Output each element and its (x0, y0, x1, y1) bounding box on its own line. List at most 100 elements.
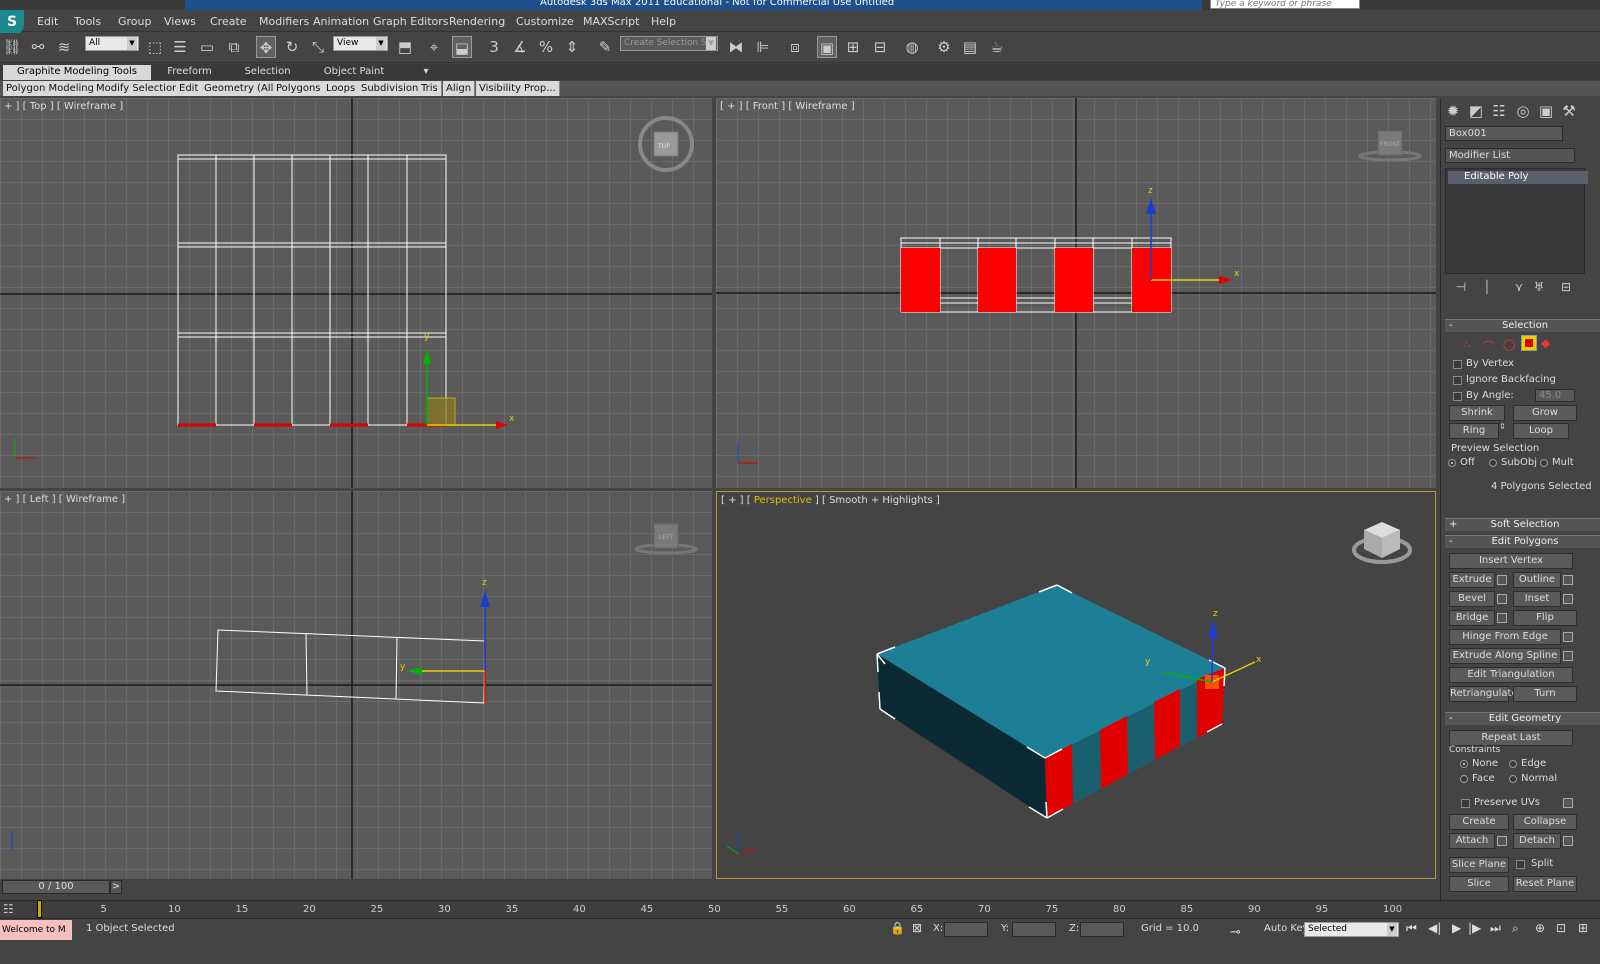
gizmo-y-arrow[interactable] (423, 350, 431, 364)
menu-graph-editors[interactable]: Graph Editors (373, 15, 449, 28)
preview-multi-radio[interactable] (1540, 459, 1548, 467)
panel-polygon-modeling[interactable]: Polygon Modeling (3, 81, 98, 96)
rectangular-selection-icon[interactable]: ▭ (197, 36, 217, 58)
y-coordinate-field[interactable] (1012, 922, 1056, 937)
zoom-all-icon[interactable]: ⊕ (1535, 921, 1545, 935)
selection-filter-dropdown[interactable]: All ▼ (85, 36, 139, 51)
ring-button[interactable]: Ring (1449, 423, 1499, 439)
gizmo-x-arrow[interactable] (496, 421, 508, 429)
preserve-uvs-checkbox[interactable] (1461, 799, 1470, 808)
inset-button[interactable]: Inset (1513, 591, 1561, 607)
menu-rendering[interactable]: Rendering (449, 15, 505, 28)
gizmo-plane-handle[interactable] (426, 397, 456, 426)
unlink-icon[interactable]: ⚯ (28, 36, 48, 58)
remove-modifier-icon[interactable]: ♅ (1529, 276, 1549, 298)
split-checkbox[interactable] (1516, 860, 1525, 869)
bevel-settings-icon[interactable] (1497, 594, 1507, 604)
utilities-tab-icon[interactable]: ⚒ (1559, 100, 1579, 122)
reference-coordinate-dropdown[interactable]: View ▼ (333, 36, 388, 51)
shrink-button[interactable]: Shrink (1449, 405, 1505, 421)
polygon-mode-icon[interactable] (1521, 335, 1537, 351)
bevel-button[interactable]: Bevel (1449, 591, 1495, 607)
tab-graphite-modeling-tools[interactable]: Graphite Modeling Tools (3, 65, 151, 80)
schematic-view-icon[interactable]: ⊟ (870, 36, 890, 58)
window-crossing-icon[interactable]: ⧉ (224, 36, 244, 58)
panel-geometry-all[interactable]: Geometry (All) (201, 81, 282, 96)
extrude-settings-icon[interactable] (1497, 575, 1507, 585)
gizmo-x-arrow[interactable] (1219, 276, 1233, 284)
insert-vertex-button[interactable]: Insert Vertex (1449, 553, 1573, 569)
ribbon-options-icon[interactable]: ▾ (415, 65, 437, 80)
outline-button[interactable]: Outline (1513, 572, 1561, 588)
material-editor-icon[interactable]: ◍ (902, 36, 922, 58)
repeat-last-button[interactable]: Repeat Last (1449, 730, 1573, 746)
mirror-icon[interactable]: ⧓ (726, 36, 746, 58)
set-key-icon[interactable]: ⊸ (1230, 925, 1241, 940)
modifier-stack[interactable]: Editable Poly (1445, 168, 1588, 274)
spinner-snap-icon[interactable]: ⇕ (562, 36, 582, 58)
constraint-normal-radio[interactable] (1509, 775, 1517, 783)
search-input[interactable]: Type a keyword or phrase (1210, 0, 1360, 9)
x-coordinate-field[interactable] (944, 922, 988, 937)
menu-maxscript[interactable]: MAXScript (583, 15, 639, 28)
viewcube-left[interactable]: LEFT (634, 523, 698, 555)
extrude-button[interactable]: Extrude (1449, 572, 1495, 588)
go-to-start-icon[interactable]: ⏮ (1406, 921, 1417, 936)
tab-freeform[interactable]: Freeform (152, 65, 227, 80)
panel-visibility[interactable]: Visibility (476, 81, 525, 96)
extrude-along-spline-button[interactable]: Extrude Along Spline (1449, 648, 1561, 664)
select-by-name-icon[interactable]: ☰ (170, 36, 190, 58)
select-rotate-icon[interactable]: ↻ (282, 36, 302, 58)
selected-polygons[interactable] (901, 248, 1171, 312)
menu-group[interactable]: Group (118, 15, 152, 28)
curve-editor-icon[interactable]: ⊞ (843, 36, 863, 58)
inset-settings-icon[interactable] (1563, 594, 1573, 604)
panel-tris[interactable]: Tris (418, 81, 442, 96)
hinge-from-edge-button[interactable]: Hinge From Edge (1449, 629, 1561, 645)
hinge-settings-icon[interactable] (1563, 632, 1573, 642)
zoom-extents-icon[interactable]: ⊡ (1556, 921, 1566, 935)
attach-list-icon[interactable] (1497, 836, 1507, 846)
percent-snap-icon[interactable]: % (536, 36, 556, 58)
extrude-spline-settings-icon[interactable] (1563, 651, 1573, 661)
pivot-center-icon[interactable]: ⬒ (395, 36, 415, 58)
border-mode-icon[interactable]: ◯ (1503, 338, 1515, 351)
track-bar[interactable]: ☷ 5 10 15 20 25 30 35 40 45 50 55 60 65 70 75 80 85 90 95 1… (0, 900, 1600, 918)
key-filter-dropdown[interactable]: Selected ▼ (1304, 922, 1399, 937)
pin-stack-icon[interactable]: ⊣ (1451, 276, 1471, 298)
loop-button[interactable]: Loop (1513, 423, 1569, 439)
maxscript-listener[interactable]: Welcome to M (0, 920, 72, 940)
align-icon[interactable]: ⊫ (753, 36, 773, 58)
viewport-top[interactable]: + ] [ Top ] [ Wireframe ] x y TOP (0, 98, 712, 488)
rollout-edit-geometry[interactable]: - Edit Geometry (1445, 712, 1600, 725)
detach-settings-icon[interactable] (1563, 836, 1573, 846)
make-unique-icon[interactable]: ⋎ (1509, 276, 1529, 298)
create-button[interactable]: Create (1449, 814, 1509, 830)
preserve-uvs-settings-icon[interactable] (1563, 798, 1573, 808)
rollout-selection[interactable]: - Selection (1445, 319, 1600, 332)
tab-selection[interactable]: Selection (230, 65, 305, 80)
bridge-button[interactable]: Bridge (1449, 610, 1495, 626)
reset-plane-button[interactable]: Reset Plane (1513, 876, 1577, 892)
menu-modifiers[interactable]: Modifiers (259, 15, 309, 28)
render-setup-icon[interactable]: ⚙ (934, 36, 954, 58)
maximize-viewport-icon[interactable]: ⊞ (1578, 921, 1588, 935)
play-icon[interactable]: ▶ (1452, 921, 1461, 935)
flip-button[interactable]: Flip (1513, 610, 1577, 626)
lock-selection-icon[interactable]: 🔒 (890, 921, 905, 935)
ignore-backfacing-checkbox[interactable] (1453, 376, 1462, 385)
menu-animation[interactable]: Animation (313, 15, 369, 28)
select-object-icon[interactable]: ⬚ (145, 36, 165, 58)
create-tab-icon[interactable]: ✹ (1443, 100, 1463, 122)
configure-modifier-sets-icon[interactable]: ⊟ (1556, 276, 1576, 298)
panel-align[interactable]: Align (443, 81, 476, 96)
menu-customize[interactable]: Customize (516, 15, 574, 28)
next-frame-button[interactable]: > (110, 880, 122, 894)
rollout-edit-polygons[interactable]: - Edit Polygons (1445, 535, 1600, 548)
select-manipulate-icon[interactable]: ⌖ (424, 36, 444, 58)
angle-spinner[interactable]: 45.0 (1535, 389, 1575, 402)
attach-button[interactable]: Attach (1449, 833, 1495, 849)
stack-item-editable-poly[interactable]: Editable Poly (1448, 171, 1588, 184)
time-slider[interactable]: 0 / 100 (2, 880, 110, 894)
select-move-icon[interactable]: ✥ (256, 36, 276, 58)
